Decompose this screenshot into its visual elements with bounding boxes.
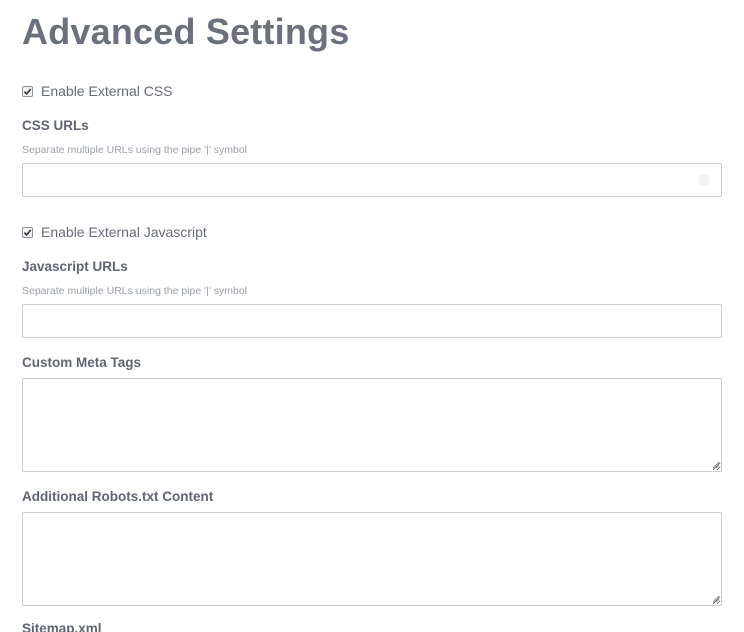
custom-meta-tags-textarea[interactable]: [22, 378, 722, 472]
enable-external-css-row[interactable]: Enable External CSS: [22, 81, 173, 101]
custom-meta-tags-label: Custom Meta Tags: [22, 355, 142, 370]
enable-external-js-checkbox[interactable]: [22, 226, 33, 238]
css-urls-hint: Separate multiple URLs using the pipe '|…: [22, 144, 248, 156]
javascript-urls-hint: Separate multiple URLs using the pipe '|…: [22, 285, 248, 297]
javascript-urls-label: Javascript URLs: [22, 259, 128, 274]
enable-external-css-checkbox[interactable]: [22, 85, 33, 97]
resize-handle-icon[interactable]: [712, 461, 720, 469]
page-title: Advanced Settings: [22, 11, 350, 52]
input-autofill-icon: [698, 174, 710, 186]
enable-external-js-row[interactable]: Enable External Javascript: [22, 222, 207, 242]
resize-handle-icon[interactable]: [712, 595, 720, 603]
css-urls-label: CSS URLs: [22, 118, 89, 133]
checkmark-icon: [23, 228, 32, 236]
robots-txt-textarea[interactable]: [22, 512, 722, 606]
advanced-settings-page: Advanced Settings Enable External CSS CS…: [0, 0, 744, 632]
javascript-urls-input[interactable]: [22, 304, 722, 338]
css-urls-input[interactable]: [22, 163, 722, 197]
robots-txt-label: Additional Robots.txt Content: [22, 489, 214, 504]
enable-external-js-label: Enable External Javascript: [41, 224, 207, 240]
checkmark-icon: [23, 87, 32, 95]
sitemap-xml-label: Sitemap.xml: [22, 621, 102, 632]
enable-external-css-label: Enable External CSS: [41, 83, 173, 99]
